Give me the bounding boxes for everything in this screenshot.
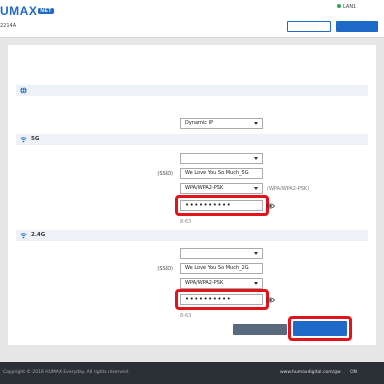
wifi-24g-ssid-input[interactable]: We Love You So Much_2G — [180, 263, 263, 274]
wifi-24g-security-select[interactable]: WPA/WPA2-PSK — [180, 278, 263, 289]
connection-type-select[interactable]: Dynamic IP — [180, 118, 263, 129]
top-bar: UMAX NET 2214A LAN1 — [0, 0, 384, 38]
logout-button[interactable] — [336, 21, 378, 32]
logo-text: UMAX — [0, 4, 38, 18]
wifi-5g-password-highlight — [175, 195, 269, 216]
wifi-5g-password-hint: 8-63 — [180, 219, 192, 225]
internet-section-header — [16, 85, 368, 96]
footer-links: www.humaxdigital.com/gw ON — [280, 370, 361, 375]
wifi-icon — [20, 233, 27, 239]
next-button-highlight — [288, 316, 352, 341]
wifi-5g-security-select[interactable]: WPA/WPA2-PSK — [180, 183, 263, 194]
status-dot-icon — [337, 4, 341, 8]
humax-logo: UMAX NET — [0, 4, 54, 18]
wifi-5g-ssid-input[interactable]: We Love You So Much_5G — [180, 168, 263, 179]
wifi-24g-password-hint: 8-63 — [180, 313, 192, 319]
logo-badge: NET — [38, 8, 54, 14]
wifi-24g-ssid-label: (SSID) — [157, 266, 173, 272]
wifi-24g-enable-select[interactable] — [180, 248, 263, 259]
lan-status: LAN1 — [337, 4, 356, 10]
wifi-24g-section-title: 2.4G — [31, 232, 46, 238]
wifi-5g-section-title: 5G — [31, 136, 40, 142]
wifi-5g-ssid-label: (SSID) — [157, 171, 173, 177]
wifi-5g-enable-select[interactable] — [180, 153, 263, 164]
setup-card: Dynamic IP 5G (SSID) We Love You So Much… — [8, 45, 376, 345]
settings-button[interactable] — [287, 21, 331, 32]
globe-icon — [20, 87, 27, 94]
footer-link-website[interactable]: www.humaxdigital.com/gw — [280, 370, 341, 375]
wifi-24g-section-header: 2.4G — [16, 230, 368, 241]
wifi-5g-section-header: 5G — [16, 134, 368, 145]
wifi-24g-password-highlight — [175, 289, 269, 310]
show-password-eye-icon[interactable] — [266, 203, 275, 209]
skip-setup-button[interactable] — [233, 324, 287, 335]
copyright-text: Copyright © 2016 HUMAX Everyday. All rig… — [3, 370, 130, 375]
lan-status-label: LAN1 — [343, 4, 357, 10]
device-info: 2214A — [0, 23, 17, 29]
footer-link-language[interactable]: ON — [350, 370, 357, 375]
footer: Copyright © 2016 HUMAX Everyday. All rig… — [0, 362, 384, 384]
wifi-5g-security-note: (WPA/WPA2-PSK) — [267, 186, 310, 192]
wifi-icon — [20, 137, 27, 143]
show-password-eye-icon[interactable] — [266, 297, 275, 303]
